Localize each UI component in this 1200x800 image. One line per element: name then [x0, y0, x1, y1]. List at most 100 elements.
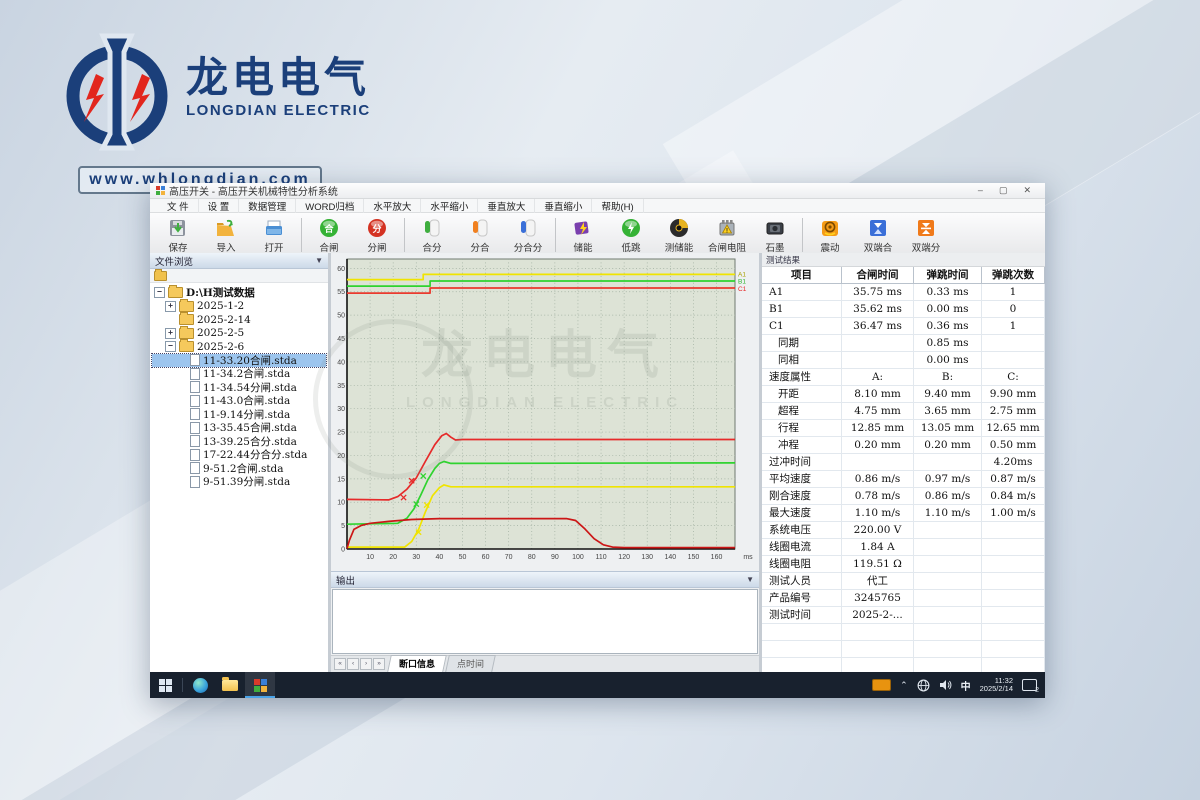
- results-empty-row: [762, 624, 1045, 641]
- results-cell: [914, 556, 982, 572]
- chevron-down-icon[interactable]: ▼: [746, 575, 754, 584]
- chart-area[interactable]: 5101520253035404550556001020304050607080…: [331, 253, 759, 571]
- tree-folder-2025-1-2[interactable]: +2025-1-2: [152, 300, 326, 314]
- toolbar-button-label: 震动: [820, 240, 839, 254]
- toolbar-group: 合分分合分合分: [408, 214, 552, 256]
- notification-icon[interactable]: 2: [1022, 679, 1037, 692]
- tab-断口信息[interactable]: 断口信息: [387, 655, 447, 672]
- tree-file-0[interactable]: 11-33.20合闸.stda: [152, 354, 326, 368]
- 分合分-button[interactable]: 分合分: [504, 214, 552, 256]
- tab-点时间[interactable]: 点时间: [445, 655, 496, 672]
- tree-file-7[interactable]: 17-22.44分合分.stda: [152, 448, 326, 462]
- 低跳-button[interactable]: 低跳: [607, 214, 655, 256]
- tree-file-8[interactable]: 9-51.2合闸.stda: [152, 462, 326, 476]
- input-method-indicator[interactable]: 中: [961, 678, 971, 693]
- tab-nav-arrow-0[interactable]: «: [334, 658, 346, 670]
- results-row-label: 线圈电流: [762, 539, 842, 555]
- results-cell: [914, 607, 982, 623]
- 双端分-button[interactable]: 双端分: [902, 214, 950, 256]
- results-row-label: 产品编号: [762, 590, 842, 606]
- 保存-button[interactable]: 保存: [154, 214, 202, 256]
- results-cell: 3245765: [842, 590, 914, 606]
- 测储能-button[interactable]: 测储能: [655, 214, 703, 256]
- chevron-down-icon[interactable]: ▼: [315, 256, 323, 265]
- tree-expander-icon[interactable]: −: [154, 287, 165, 298]
- tree-folder-2025-2-5[interactable]: +2025-2-5: [152, 327, 326, 341]
- minimize-button[interactable]: –: [978, 185, 983, 196]
- tree-expander-icon[interactable]: +: [165, 328, 176, 339]
- results-row-5: 速度属性A:B:C:: [762, 369, 1045, 386]
- close-circle-icon: 合: [318, 216, 340, 239]
- toolbar-group: 保存导入打开: [154, 214, 298, 256]
- tree-file-3[interactable]: 11-43.0合闸.stda: [152, 394, 326, 408]
- edge-taskbar-button[interactable]: [185, 672, 215, 698]
- tree-expander-icon[interactable]: +: [165, 301, 176, 312]
- 合闸-button[interactable]: 合合闸: [305, 214, 353, 256]
- 导入-button[interactable]: 导入: [202, 214, 250, 256]
- output-box[interactable]: [332, 589, 758, 654]
- taskbar-divider: [182, 678, 183, 692]
- tree-folder-2025-2-6[interactable]: −2025-2-6: [152, 340, 326, 354]
- results-row-label: A1: [762, 284, 842, 300]
- explorer-taskbar-button[interactable]: [215, 672, 245, 698]
- tree-file-2[interactable]: 11-34.54分闸.stda: [152, 381, 326, 395]
- folder-tool-icon[interactable]: [154, 271, 167, 281]
- 合分-button[interactable]: 合分: [408, 214, 456, 256]
- results-cell: 代工: [842, 573, 914, 589]
- menu-item-3[interactable]: WORD归档: [296, 199, 364, 213]
- tree-file-1[interactable]: 11-34.2合闸.stda: [152, 367, 326, 381]
- speaker-icon[interactable]: [939, 679, 952, 691]
- close-button[interactable]: ✕: [1023, 185, 1031, 196]
- menu-item-5[interactable]: 水平缩小: [421, 199, 478, 213]
- menu-item-6[interactable]: 垂直放大: [478, 199, 535, 213]
- results-column-header: 弹跳次数: [982, 267, 1045, 283]
- svg-text:合: 合: [324, 223, 334, 234]
- 储能-button[interactable]: 储能: [559, 214, 607, 256]
- tree-item-label: D:\H测试数据: [186, 285, 255, 300]
- tab-nav-arrow-3[interactable]: »: [373, 658, 385, 670]
- taskbar-clock[interactable]: 11:32 2025/2/14: [980, 677, 1013, 694]
- tree-expander-icon[interactable]: −: [165, 341, 176, 352]
- 双端合-button[interactable]: 双端合: [854, 214, 902, 256]
- results-cell: 2.75 mm: [982, 403, 1045, 419]
- tree-file-6[interactable]: 13-39.25合分.stda: [152, 435, 326, 449]
- results-column-header: 合闸时间: [842, 267, 914, 283]
- start-button[interactable]: [150, 672, 180, 698]
- menu-item-0[interactable]: 文 件: [158, 199, 199, 213]
- menu-item-8[interactable]: 帮助(H): [592, 199, 643, 213]
- results-row-0: A135.75 ms0.33 ms1: [762, 284, 1045, 301]
- menu-item-2[interactable]: 数据管理: [239, 199, 296, 213]
- brand-block: 龙电电气 LONGDIAN ELECTRIC www.whlongdian.co…: [58, 30, 378, 194]
- app-taskbar-button[interactable]: [245, 672, 275, 698]
- menu-item-7[interactable]: 垂直缩小: [535, 199, 592, 213]
- 合闸电阻-button[interactable]: !合闸电阻: [703, 214, 751, 256]
- 分合-button[interactable]: 分合: [456, 214, 504, 256]
- tree-file-4[interactable]: 11-9.14分闸.stda: [152, 408, 326, 422]
- tray-chevron-up-icon[interactable]: ⌃: [900, 680, 908, 691]
- tree-folder-2025-2-14[interactable]: 2025-2-14: [152, 313, 326, 327]
- results-row-label: 同期: [762, 335, 842, 351]
- tab-nav-arrow-1[interactable]: ‹: [347, 658, 359, 670]
- menu-item-1[interactable]: 设 置: [199, 199, 240, 213]
- 打开-button[interactable]: 打开: [250, 214, 298, 256]
- toolbar-button-label: 低跳: [621, 240, 640, 254]
- results-cell: 1: [982, 318, 1045, 334]
- file-icon: [190, 435, 200, 447]
- folder-icon: [222, 680, 238, 691]
- menu-item-4[interactable]: 水平放大: [364, 199, 421, 213]
- folder-icon: [179, 314, 194, 325]
- results-cell: [982, 573, 1045, 589]
- 石墨-button[interactable]: 石墨: [751, 214, 799, 256]
- 分闸-button[interactable]: 分分闸: [353, 214, 401, 256]
- results-cell: [914, 522, 982, 538]
- tab-nav-arrow-2[interactable]: ›: [360, 658, 372, 670]
- 震动-button[interactable]: 震动: [806, 214, 854, 256]
- tree-root[interactable]: − D:\H测试数据: [152, 286, 326, 300]
- results-row-16: 线圈电阻119.51 Ω: [762, 556, 1045, 573]
- network-globe-icon[interactable]: [917, 679, 930, 692]
- tray-device-icon[interactable]: [872, 679, 891, 691]
- tree-file-9[interactable]: 9-51.39分闸.stda: [152, 475, 326, 489]
- results-cell: 1: [982, 284, 1045, 300]
- maximize-button[interactable]: ▢: [999, 185, 1008, 196]
- tree-file-5[interactable]: 13-35.45合闸.stda: [152, 421, 326, 435]
